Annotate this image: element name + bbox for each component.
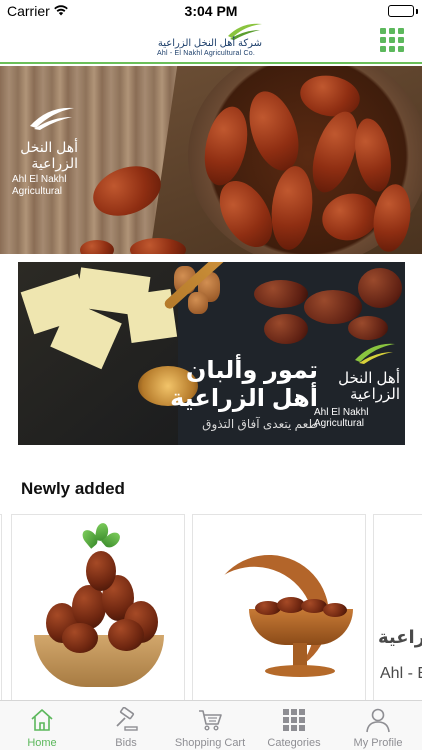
tab-label: My Profile (353, 737, 403, 749)
grid-cell (389, 28, 395, 34)
date-fruit (62, 623, 98, 653)
grid-menu-icon[interactable] (380, 28, 404, 52)
promo-logo-arabic: أهل النخل الزراعية (338, 370, 400, 403)
product-carousel[interactable]: الزراعية Ahl - El (0, 512, 422, 700)
grid-cell (389, 37, 395, 43)
brand-name-english: Ahl - El Nakhl Agricultural Co. (157, 50, 256, 57)
tab-shopping-cart[interactable]: Shopping Cart (168, 701, 252, 750)
grid-cell (380, 37, 386, 43)
palm-leaf-logo-icon (228, 23, 262, 40)
grid-cell (389, 46, 395, 52)
profile-icon (366, 708, 390, 733)
grid-cell (398, 37, 404, 43)
date-fruit (254, 280, 308, 308)
product-card[interactable] (192, 514, 366, 700)
grid-icon (283, 709, 305, 731)
walnut (188, 292, 208, 314)
grid-cell (380, 46, 386, 52)
promo-logo: أهل النخل الزراعية Ahl El Nakhl Agricult… (314, 340, 400, 429)
section-title-newly-added: Newly added (21, 479, 125, 498)
palm-leaf-logo-icon (30, 107, 74, 130)
tab-label: Shopping Cart (174, 737, 246, 749)
tab-categories[interactable]: Categories (252, 701, 336, 750)
hero-logo-arabic: أهل النخل الزراعية (20, 139, 78, 171)
product-card[interactable] (11, 514, 185, 700)
product-card[interactable]: الزراعية Ahl - El (373, 514, 422, 700)
home-icon (31, 709, 53, 731)
promo-logo-english: Ahl El Nakhl Agricultural (314, 407, 369, 429)
card-logo-arabic: الزراعية (378, 627, 422, 647)
gavel-icon (116, 707, 138, 731)
product-card[interactable] (0, 514, 2, 700)
hero-banner[interactable]: أهل النخل الزراعية Ahl El Nakhl Agricult… (0, 66, 422, 254)
tab-label: Categories (267, 737, 321, 749)
date-fruit (80, 240, 114, 254)
date-fruit (86, 551, 116, 591)
tab-bar: Home Bids Shopping Cart Categories My Pr… (0, 700, 422, 750)
date-fruit (323, 603, 347, 617)
promo-headline-line2: أهل الزراعية (170, 385, 318, 412)
date-fruit (348, 316, 388, 340)
cart-icon (199, 710, 222, 731)
tab-my-profile[interactable]: My Profile (336, 701, 420, 750)
hero-logo-english: Ahl El Nakhl Agricultural (12, 174, 67, 197)
promo-banner[interactable]: تمور وألبان أهل الزراعية طعم يتعدى آفاق … (18, 262, 405, 445)
grid-cell (380, 28, 386, 34)
battery-icon (388, 5, 414, 17)
date-fruit (86, 157, 168, 225)
brand-logo[interactable]: شركة أهل النخل الزراعية Ahl - El Nakhl A… (150, 22, 272, 62)
battery-tip (416, 9, 418, 14)
stand-base (265, 665, 335, 677)
tab-label: Home (27, 737, 57, 749)
date-fruit (264, 314, 308, 344)
date-fruit (108, 619, 144, 651)
basket (34, 635, 164, 687)
grid-cell (398, 28, 404, 34)
brand-name-arabic: شركة أهل النخل الزراعية (157, 38, 262, 49)
promo-headline-line1: تمور وألبان (185, 357, 318, 384)
hero-logo: أهل النخل الزراعية Ahl El Nakhl Agricult… (12, 104, 82, 198)
date-fruit (358, 268, 402, 308)
app-screen: Carrier 3:04 PM شركة أهل النخل الزراعية … (0, 0, 422, 750)
tab-label: Bids (115, 737, 137, 749)
status-bar: Carrier 3:04 PM (0, 0, 422, 22)
stand-leg (293, 643, 307, 667)
palm-leaf-logo-icon (355, 343, 395, 364)
app-header: شركة أهل النخل الزراعية Ahl - El Nakhl A… (0, 22, 422, 64)
tab-bids[interactable]: Bids (84, 701, 168, 750)
card-logo-english: Ahl - El (380, 665, 422, 682)
grid-cell (398, 46, 404, 52)
tab-home[interactable]: Home (0, 701, 84, 750)
promo-tagline: طعم يتعدى آفاق التذوق (202, 417, 318, 431)
clock: 3:04 PM (184, 3, 238, 19)
